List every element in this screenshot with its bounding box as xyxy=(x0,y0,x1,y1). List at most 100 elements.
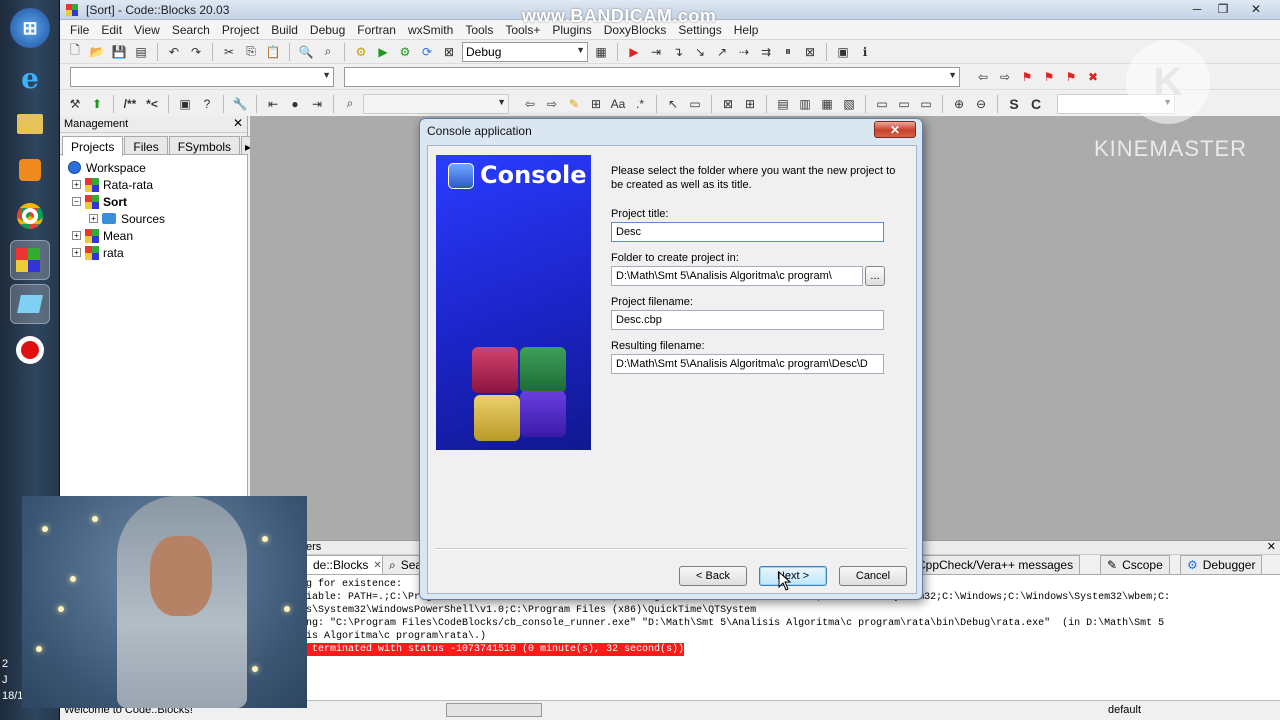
symbol-c-icon[interactable]: C xyxy=(1027,95,1045,113)
jump-mark-icon[interactable]: ● xyxy=(286,95,304,113)
prev-bookmark-icon[interactable]: ⚑ xyxy=(1040,68,1058,86)
match-case-icon[interactable]: Aa xyxy=(609,95,627,113)
tree-folder-sources[interactable]: + Sources xyxy=(60,210,247,227)
back-button[interactable]: < Back xyxy=(679,566,747,586)
notes-taskbar-icon[interactable] xyxy=(10,284,50,324)
horizontal-scrollbar[interactable] xyxy=(446,703,542,717)
build-run-icon[interactable]: ⚙ xyxy=(396,43,414,61)
resulting-filename-input[interactable]: D:\Math\Smt 5\Analisis Algoritma\c progr… xyxy=(611,354,884,374)
expand-icon[interactable]: + xyxy=(89,214,98,223)
start-button[interactable]: ⊞ xyxy=(10,8,50,48)
menu-fortran[interactable]: Fortran xyxy=(351,23,402,37)
scope-select[interactable]: ▼ xyxy=(70,66,334,87)
tab-cscope[interactable]: ✎ Cscope xyxy=(1100,555,1170,574)
frame-icon[interactable]: ▭ xyxy=(686,95,704,113)
tree-workspace[interactable]: Workspace xyxy=(60,159,247,176)
regex-icon[interactable]: .* xyxy=(631,95,649,113)
next-button[interactable]: Next > xyxy=(759,566,827,586)
tab-files[interactable]: Files xyxy=(124,136,168,154)
wx-panel-icon[interactable]: ▤ xyxy=(774,95,792,113)
jump-back-icon[interactable]: ⇤ xyxy=(264,95,282,113)
redo-icon[interactable]: ↷ xyxy=(187,43,205,61)
close-icon[interactable]: ✕ xyxy=(1267,540,1276,553)
link-icon[interactable]: ⬆ xyxy=(88,95,106,113)
menu-help[interactable]: Help xyxy=(728,23,765,37)
save-all-icon[interactable]: ▤ xyxy=(132,43,150,61)
menu-view[interactable]: View xyxy=(128,23,166,37)
run-icon[interactable]: ▶ xyxy=(374,43,392,61)
debug-start-icon[interactable]: ▶ xyxy=(625,43,643,61)
wx-box-icon[interactable]: ⊠ xyxy=(719,95,737,113)
wx-panel3-icon[interactable]: ▦ xyxy=(818,95,836,113)
step-into-icon[interactable]: ↘ xyxy=(691,43,709,61)
menu-search[interactable]: Search xyxy=(166,23,216,37)
pause-icon[interactable]: ⏸ xyxy=(779,43,797,61)
wx-rect-icon[interactable]: ▭ xyxy=(873,95,891,113)
stop-debug-icon[interactable]: ⊠ xyxy=(801,43,819,61)
undo-icon[interactable]: ↶ xyxy=(165,43,183,61)
menu-tools[interactable]: Tools xyxy=(459,23,499,37)
build-target-select[interactable]: Debug ▼ xyxy=(462,41,588,62)
back-icon[interactable]: ⇦ xyxy=(974,68,992,86)
expand-icon[interactable]: + xyxy=(72,180,81,189)
minimize-icon[interactable]: ─ xyxy=(1184,0,1210,18)
wx-panel4-icon[interactable]: ▧ xyxy=(840,95,858,113)
function-select[interactable]: ▼ xyxy=(344,66,960,87)
various-info-icon[interactable]: ℹ xyxy=(856,43,874,61)
wx-panel2-icon[interactable]: ▥ xyxy=(796,95,814,113)
highlight-icon[interactable]: ✎ xyxy=(565,95,583,113)
close-icon[interactable]: ✕ xyxy=(233,116,243,130)
wx-rect2-icon[interactable]: ▭ xyxy=(895,95,913,113)
menu-debug[interactable]: Debug xyxy=(304,23,351,37)
selected-only-icon[interactable]: ⊞ xyxy=(587,95,605,113)
search-next-icon[interactable]: ⇨ xyxy=(543,95,561,113)
next-instruction-icon[interactable]: ⇢ xyxy=(735,43,753,61)
expand-icon[interactable]: + xyxy=(72,231,81,240)
menu-build[interactable]: Build xyxy=(265,23,304,37)
collapse-icon[interactable]: − xyxy=(72,197,81,206)
cancel-button[interactable]: Cancel xyxy=(839,566,907,586)
step-instruction-icon[interactable]: ⇉ xyxy=(757,43,775,61)
replace-icon[interactable]: ⌕ xyxy=(319,43,337,61)
bookmark-icon[interactable]: ⚑ xyxy=(1018,68,1036,86)
debug-windows-icon[interactable]: ▣ xyxy=(834,43,852,61)
tab-projects[interactable]: Projects xyxy=(62,136,124,156)
tab-debugger[interactable]: ⚙ Debugger xyxy=(1180,555,1263,574)
menu-project[interactable]: Project xyxy=(216,23,265,37)
build-options-icon[interactable]: ▦ xyxy=(592,43,610,61)
new-file-icon[interactable]: 🗋 xyxy=(66,43,84,61)
media-player-icon[interactable] xyxy=(10,150,50,190)
project-title-input[interactable]: Desc xyxy=(611,222,884,242)
save-icon[interactable]: 💾 xyxy=(110,43,128,61)
project-filename-input[interactable]: Desc.cbp xyxy=(611,310,884,330)
close-icon[interactable]: ✕ xyxy=(1236,0,1276,18)
expand-icon[interactable]: + xyxy=(72,248,81,257)
tab-cppcheck[interactable]: CppCheck/Vera++ messages xyxy=(910,555,1081,574)
rebuild-icon[interactable]: ⟳ xyxy=(418,43,436,61)
tab-fsymbols[interactable]: FSymbols xyxy=(168,136,241,154)
tab-codeblocks-log[interactable]: de::Blocks ✕ xyxy=(306,555,389,574)
uncomment-icon[interactable]: *< xyxy=(143,95,161,113)
maximize-icon[interactable]: ❐ xyxy=(1210,0,1236,18)
folder-input[interactable]: D:\Math\Smt 5\Analisis Algoritma\c progr… xyxy=(611,266,863,286)
doxy-extract-icon[interactable]: ? xyxy=(198,95,216,113)
browse-folder-button[interactable]: ... xyxy=(865,266,885,286)
abort-icon[interactable]: ⊠ xyxy=(440,43,458,61)
codeblocks-taskbar-icon[interactable] xyxy=(10,240,50,280)
dialog-close-button[interactable]: ✕ xyxy=(874,121,916,138)
jump-forward-icon[interactable]: ⇥ xyxy=(308,95,326,113)
copy-icon[interactable]: ⎘ xyxy=(242,43,260,61)
symbol-s-icon[interactable]: S xyxy=(1005,95,1023,113)
menu-file[interactable]: File xyxy=(64,23,95,37)
comment-icon[interactable]: /** xyxy=(121,95,139,113)
wx-rect3-icon[interactable]: ▭ xyxy=(917,95,935,113)
tree-project-rata[interactable]: + rata xyxy=(60,244,247,261)
wx-grid-icon[interactable]: ⊞ xyxy=(741,95,759,113)
paste-icon[interactable]: 📋 xyxy=(264,43,282,61)
zoom-out-icon[interactable]: ⊖ xyxy=(972,95,990,113)
chrome-icon[interactable] xyxy=(10,196,50,236)
internet-explorer-icon[interactable]: e xyxy=(10,58,50,98)
search-prev-icon[interactable]: ⇦ xyxy=(521,95,539,113)
close-icon[interactable]: ✕ xyxy=(373,560,381,571)
menu-edit[interactable]: Edit xyxy=(95,23,128,37)
